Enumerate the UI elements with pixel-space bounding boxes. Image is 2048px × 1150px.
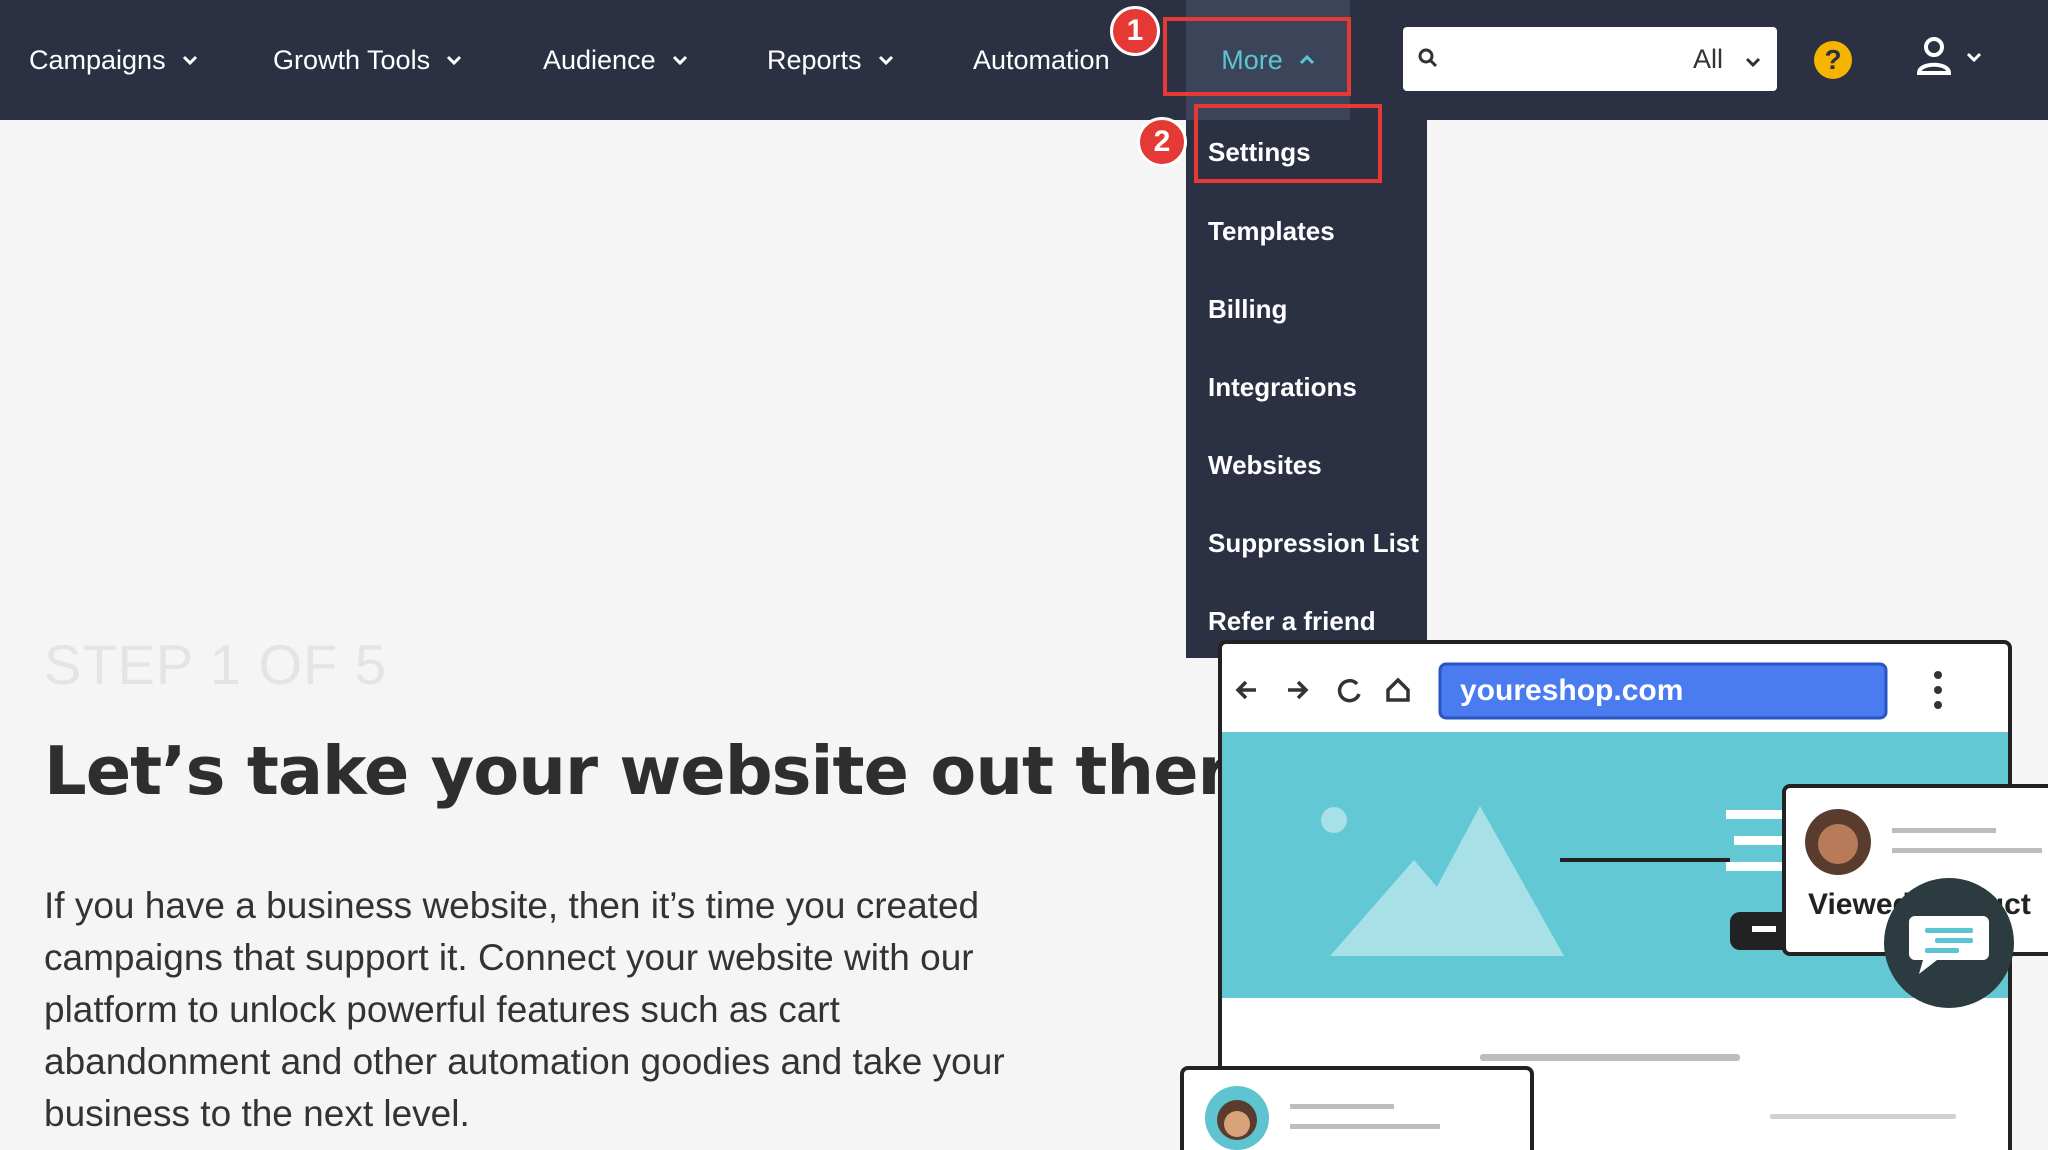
- help-icon[interactable]: ?: [1814, 41, 1852, 79]
- annotation-badge-1-number: 1: [1126, 14, 1144, 47]
- menu-item-templates[interactable]: Templates: [1208, 216, 1335, 247]
- menu-item-settings[interactable]: Settings: [1208, 122, 1311, 182]
- annotation-badge-1: 1: [1110, 6, 1160, 56]
- page-title: Let’s take your website out there: [44, 732, 1275, 810]
- nav-audience[interactable]: Audience: [543, 0, 688, 120]
- top-nav-bar: Campaigns Growth Tools Audience Reports …: [0, 0, 2048, 120]
- annotation-badge-2-number: 2: [1153, 125, 1171, 158]
- description-text: If you have a business website, then it’…: [44, 885, 1005, 1134]
- search-icon: [1417, 47, 1439, 74]
- nav-audience-label: Audience: [543, 44, 656, 75]
- nav-reports-label: Reports: [767, 44, 862, 75]
- nav-more[interactable]: More: [1186, 0, 1350, 120]
- step-indicator: STEP 1 OF 5: [44, 633, 387, 696]
- nav-campaigns-label: Campaigns: [29, 44, 166, 75]
- menu-item-websites[interactable]: Websites: [1208, 450, 1322, 481]
- nav-growth-tools[interactable]: Growth Tools: [273, 0, 462, 120]
- search-input[interactable]: [1449, 37, 1649, 81]
- chat-icon: [1909, 916, 1989, 974]
- kebab-menu-icon: [1934, 671, 1942, 709]
- search-box: All: [1403, 27, 1777, 91]
- user-icon: [1916, 36, 1952, 81]
- help-icon-glyph: ?: [1824, 44, 1842, 75]
- nav-campaigns[interactable]: Campaigns: [29, 0, 198, 120]
- menu-item-integrations[interactable]: Integrations: [1208, 372, 1357, 403]
- chevron-down-icon: [446, 54, 462, 66]
- chat-button[interactable]: [1884, 878, 2014, 1008]
- chevron-down-icon: [672, 54, 688, 66]
- chevron-down-icon: [182, 54, 198, 66]
- url-text: youreshop.com: [1460, 674, 1683, 707]
- chevron-down-icon: [1966, 50, 1982, 68]
- chevron-down-icon: [878, 54, 894, 66]
- nav-growth-tools-label: Growth Tools: [273, 44, 431, 75]
- search-scope-select[interactable]: All: [1693, 27, 1761, 91]
- nav-automation[interactable]: Automation: [973, 0, 1110, 120]
- user-menu[interactable]: [1916, 36, 1982, 81]
- search-scope-label: All: [1692, 43, 1723, 74]
- annotation-badge-2: 2: [1137, 117, 1187, 167]
- nav-reports[interactable]: Reports: [767, 0, 894, 120]
- nav-more-label: More: [1221, 44, 1283, 75]
- more-dropdown-menu: Settings Templates Billing Integrations …: [1186, 120, 1427, 658]
- nav-automation-label: Automation: [973, 44, 1110, 75]
- chevron-down-icon: [1745, 44, 1761, 75]
- menu-item-billing[interactable]: Billing: [1208, 294, 1287, 325]
- menu-item-suppression-list[interactable]: Suppression List: [1208, 528, 1419, 559]
- chevron-up-icon: [1299, 54, 1315, 66]
